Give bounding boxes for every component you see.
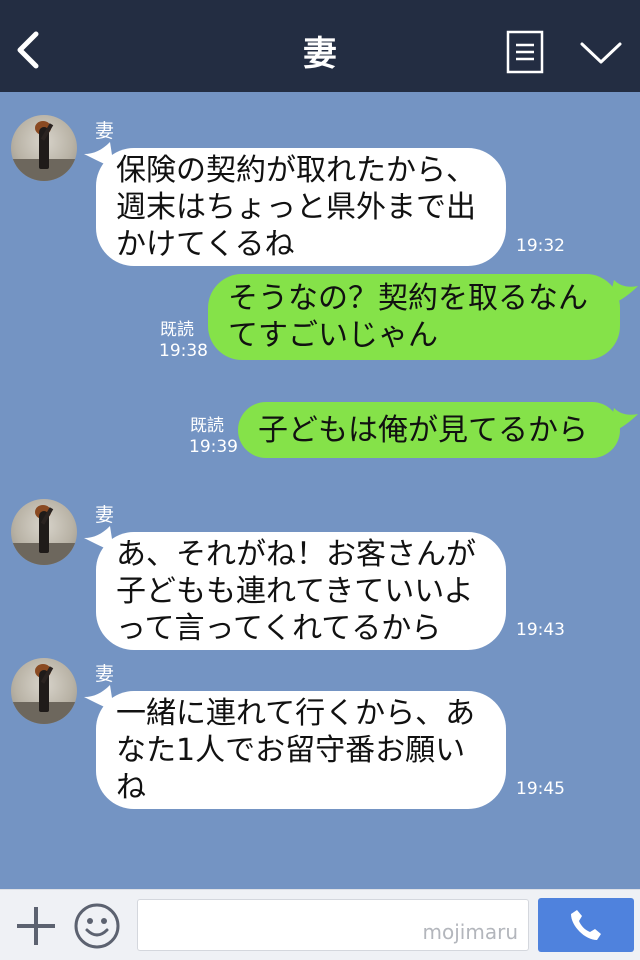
message-bubble[interactable]: そうなの？契約を取るなん てすごいじゃん [208, 274, 620, 360]
message-line: って言ってくれてるから [116, 610, 442, 646]
message-line: あ、それがね！お客さんが [116, 536, 476, 572]
menu-button[interactable] [506, 30, 544, 74]
message-line: かけてくるね [116, 226, 295, 262]
add-button[interactable] [14, 904, 58, 948]
read-receipt: 既読 [190, 416, 224, 436]
message-bubble[interactable]: 一緒に連れて行くから、あ なた1人でお留守番お願い ね [96, 691, 506, 809]
chevron-down-icon [580, 42, 622, 64]
message-time: 19:32 [516, 236, 565, 256]
message-input[interactable]: mojimaru [137, 899, 529, 951]
message-line: 子どもは俺が見てるから [258, 412, 588, 448]
message-line: 一緒に連れて行くから、あ [116, 695, 476, 731]
chat-header: 妻 [0, 0, 640, 92]
call-button[interactable] [538, 898, 634, 952]
chat-title: 妻 [303, 34, 337, 74]
message-time: 19:39 [189, 437, 238, 457]
emoji-button[interactable] [73, 902, 121, 950]
avatar[interactable] [11, 115, 77, 181]
phone-icon [571, 910, 601, 940]
message-line: なた1人でお留守番お願い [116, 732, 466, 768]
sender-name: 妻 [95, 663, 115, 685]
sender-name: 妻 [95, 504, 115, 526]
message-line: そうなの？契約を取るなん [228, 281, 588, 316]
plus-icon [17, 907, 55, 945]
chat-area[interactable]: 妻 保険の契約が取れたから、 週末はちょっと県外まで出 かけてくるね 19:32… [0, 92, 640, 889]
message-line: てすごいじゃん [228, 318, 438, 353]
message-time: 19:43 [516, 620, 565, 640]
message-bubble[interactable]: 子どもは俺が見てるから [238, 402, 620, 458]
avatar[interactable] [11, 658, 77, 724]
message-time: 19:45 [516, 779, 565, 799]
menu-list-icon [506, 30, 544, 74]
expand-button[interactable] [578, 36, 624, 70]
message-line: 子どもも連れてきていいよ [116, 573, 474, 609]
message-bubble[interactable]: 保険の契約が取れたから、 週末はちょっと県外まで出 かけてくるね [96, 148, 506, 266]
message-line: ね [116, 769, 146, 805]
avatar[interactable] [11, 499, 77, 565]
message-line: 週末はちょっと県外まで出 [116, 189, 476, 225]
smiley-icon [74, 903, 120, 949]
message-line: 保険の契約が取れたから、 [116, 152, 476, 188]
read-receipt: 既読 [160, 320, 194, 340]
message-time: 19:38 [159, 341, 208, 361]
sender-name: 妻 [95, 120, 115, 142]
composer-bar: mojimaru [0, 889, 640, 960]
message-bubble[interactable]: あ、それがね！お客さんが 子どもも連れてきていいよ って言ってくれてるから [96, 532, 506, 650]
watermark: mojimaru [422, 920, 518, 944]
